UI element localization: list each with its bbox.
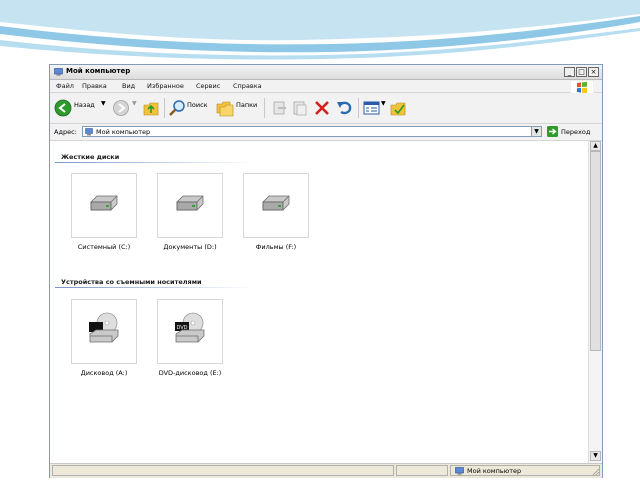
toolbar: Назад ▼ ▼ Поиск Папки ▼ xyxy=(50,93,602,124)
my-computer-icon xyxy=(85,128,93,136)
menu-view[interactable]: Вид xyxy=(122,82,135,90)
search-button-label[interactable]: Поиск xyxy=(187,101,208,109)
address-bar: Адрес: Мой компьютер ▼ Переход xyxy=(50,124,602,141)
drive-tile[interactable] xyxy=(71,173,137,238)
views-dropdown-chevron-icon[interactable]: ▼ xyxy=(381,100,386,107)
views-icon[interactable] xyxy=(363,99,380,117)
drive-tile[interactable] xyxy=(243,173,309,238)
drive-label: Фильмы (F:) xyxy=(255,243,297,251)
search-magnifier-icon[interactable] xyxy=(168,99,186,117)
toolbar-separator xyxy=(164,98,165,118)
title-bar[interactable]: Мой компьютер _ □ × xyxy=(50,65,602,80)
drive-label: Дисковод (A:) xyxy=(80,369,128,377)
status-bar: Мой компьютер xyxy=(50,463,602,478)
scroll-down-arrow-icon[interactable]: ▼ xyxy=(590,451,601,461)
toolbar-separator xyxy=(358,98,359,118)
my-computer-icon xyxy=(455,467,464,475)
move-to-icon[interactable] xyxy=(272,99,288,117)
address-dropdown-chevron-icon[interactable]: ▼ xyxy=(531,127,541,136)
address-label: Адрес: xyxy=(54,128,77,136)
forward-arrow-icon[interactable] xyxy=(112,99,130,117)
up-folder-icon[interactable] xyxy=(143,99,159,117)
address-input[interactable]: Мой компьютер ▼ xyxy=(82,126,542,137)
copy-to-icon[interactable] xyxy=(292,99,308,117)
section-title-removable: Устройства со съемными носителями xyxy=(61,278,202,286)
maximize-button[interactable]: □ xyxy=(576,67,587,77)
section-divider xyxy=(55,287,255,288)
status-pane-main xyxy=(52,465,394,476)
go-arrow-icon[interactable] xyxy=(547,126,558,137)
hard-drive-icon xyxy=(262,195,290,211)
folders-icon[interactable] xyxy=(216,99,234,117)
drive-tile[interactable]: DVD xyxy=(157,299,223,364)
menu-tools[interactable]: Сервис xyxy=(196,82,220,90)
menu-help[interactable]: Справка xyxy=(233,82,262,90)
toolbar-separator xyxy=(264,98,265,118)
undo-icon[interactable] xyxy=(336,99,353,117)
menu-edit[interactable]: Правка xyxy=(82,82,107,90)
scroll-up-arrow-icon[interactable]: ▲ xyxy=(590,141,601,151)
hard-drive-icon xyxy=(90,195,118,211)
menu-bar: Файл Правка Вид Избранное Сервис Справка xyxy=(50,80,602,93)
resize-grip-icon[interactable] xyxy=(592,468,600,476)
content-pane: Жесткие диски Системный (C:) Документы (… xyxy=(50,141,588,463)
drive-label: Документы (D:) xyxy=(163,243,217,251)
floppy-drive-icon xyxy=(89,312,119,343)
drive-tile[interactable] xyxy=(71,299,137,364)
minimize-button[interactable]: _ xyxy=(564,67,575,77)
hard-drive-icon xyxy=(176,195,204,211)
explorer-window: Мой компьютер _ □ × Файл Правка Вид Избр… xyxy=(49,64,603,478)
drive-tile[interactable] xyxy=(157,173,223,238)
folders-button-label[interactable]: Папки xyxy=(236,101,257,109)
close-button[interactable]: × xyxy=(588,67,599,77)
window-title: Мой компьютер xyxy=(66,67,131,75)
go-button-label[interactable]: Переход xyxy=(561,128,590,136)
forward-dropdown-chevron-icon[interactable]: ▼ xyxy=(132,100,137,107)
back-dropdown-chevron-icon[interactable]: ▼ xyxy=(101,100,106,107)
drive-label: DVD-дисковод (E:) xyxy=(158,369,222,377)
menu-file[interactable]: Файл xyxy=(56,82,74,90)
vertical-scrollbar[interactable]: ▲ ▼ xyxy=(588,141,602,463)
dvd-drive-icon: DVD xyxy=(175,312,205,343)
menu-favorites[interactable]: Избранное xyxy=(147,82,184,90)
delete-x-icon[interactable] xyxy=(314,99,330,117)
scroll-thumb[interactable] xyxy=(590,151,601,351)
section-divider xyxy=(55,162,255,163)
address-value: Мой компьютер xyxy=(96,128,151,136)
status-pane-middle xyxy=(396,465,448,476)
my-computer-icon xyxy=(54,68,63,76)
drive-label: Системный (C:) xyxy=(77,243,131,251)
section-title-hard-drives: Жесткие диски xyxy=(61,153,120,161)
folder-options-icon[interactable] xyxy=(390,99,406,117)
status-pane-location: Мой компьютер xyxy=(450,465,600,476)
slide-background-swoosh xyxy=(0,0,640,60)
back-button-label[interactable]: Назад xyxy=(74,101,95,109)
status-location-text: Мой компьютер xyxy=(467,467,522,475)
back-arrow-icon[interactable] xyxy=(54,99,72,117)
